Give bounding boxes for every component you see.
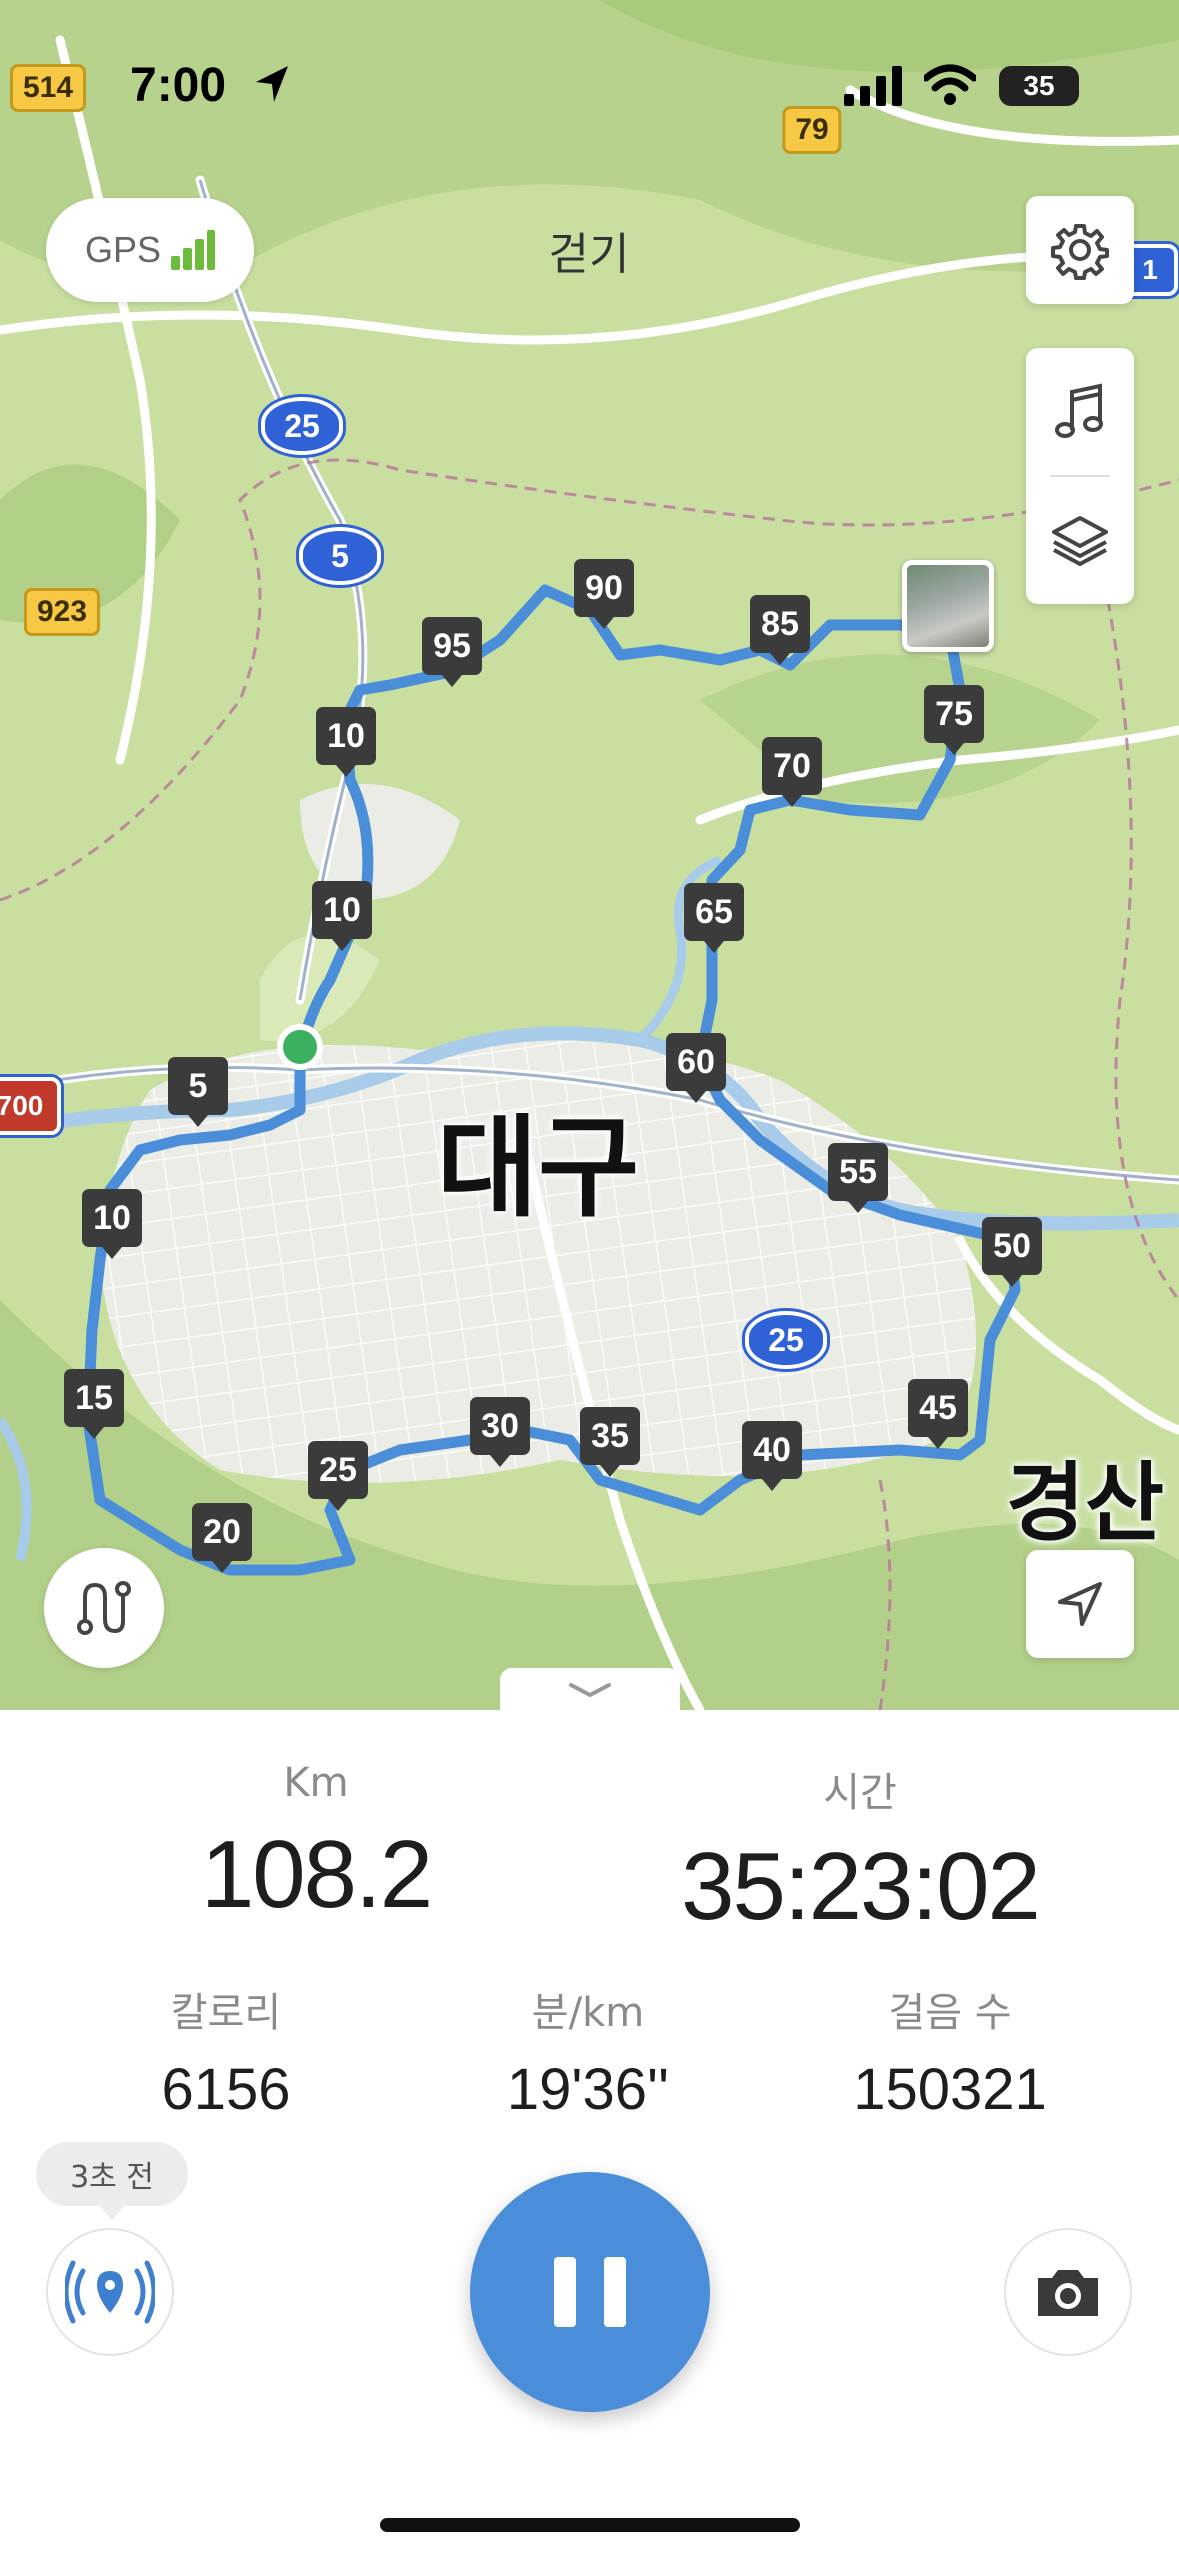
navigation-arrow-icon	[1058, 1582, 1102, 1626]
pause-bar-left	[554, 2257, 576, 2327]
pause-bar-right	[604, 2257, 626, 2327]
highway-badge-514: 514	[9, 64, 87, 112]
live-share-button[interactable]	[46, 2228, 174, 2356]
current-location-button[interactable]	[1026, 1550, 1134, 1658]
map-view[interactable]: 514 79 923 25 5 25 700 1 대구 경산 5 10 10 1…	[0, 0, 1179, 1710]
broadcast-location-icon	[65, 2260, 155, 2324]
pace-stat: 분/km 19'36''	[507, 1980, 669, 2123]
km-marker: 90	[574, 559, 634, 617]
gps-signal-icon	[171, 230, 216, 270]
music-note-icon	[1055, 383, 1103, 438]
distance-value: 108.2	[200, 1821, 433, 1928]
panel-collapse-handle[interactable]	[500, 1668, 680, 1710]
battery-indicator: 35	[999, 66, 1079, 106]
km-marker: 75	[924, 685, 984, 743]
settings-button[interactable]	[1026, 196, 1134, 304]
calories-label: 칼로리	[170, 1990, 282, 2036]
wifi-icon	[924, 64, 976, 105]
distance-stat: Km 108.2	[200, 1760, 433, 1930]
gps-status-pill[interactable]: GPS	[46, 198, 254, 302]
km-marker: 45	[908, 1379, 968, 1437]
km-marker: 60	[666, 1033, 726, 1091]
km-marker: 40	[742, 1421, 802, 1479]
last-update-tooltip: 3초 전	[36, 2142, 188, 2206]
km-marker: 85	[750, 595, 810, 653]
gps-label: GPS	[84, 229, 162, 270]
time-value: 35:23:02	[681, 1833, 1041, 1940]
time-label: 시간	[823, 1770, 897, 1816]
gear-icon	[1051, 224, 1109, 280]
pause-button[interactable]	[470, 2172, 710, 2412]
route-photo-thumbnail[interactable]	[902, 560, 994, 652]
steps-value: 150321	[853, 2057, 1047, 2122]
start-point-marker	[277, 1024, 323, 1070]
km-marker: 10	[312, 881, 372, 939]
city-label-daegu: 대구	[436, 1104, 640, 1232]
route-toggle-button[interactable]	[44, 1548, 164, 1668]
distance-label: Km	[283, 1760, 349, 1806]
camera-icon	[1038, 2270, 1098, 2316]
highway-badge-923: 923	[23, 588, 101, 636]
km-marker: 95	[422, 617, 482, 675]
highway-badge-5: 5	[299, 527, 381, 585]
km-marker: 35	[580, 1407, 640, 1465]
km-marker: 65	[684, 883, 744, 941]
km-marker: 10	[82, 1189, 142, 1247]
km-marker: 70	[762, 737, 822, 795]
map-layers-button[interactable]	[1026, 477, 1134, 603]
music-button[interactable]	[1026, 349, 1134, 475]
home-indicator	[380, 2518, 800, 2532]
route-icon	[77, 1581, 131, 1635]
steps-label: 걸음 수	[888, 1990, 1012, 2036]
km-marker: 5	[168, 1057, 228, 1115]
layers-icon	[1052, 516, 1108, 566]
activity-mode-title: 걷기	[548, 229, 630, 280]
steps-stat: 걸음 수 150321	[853, 1980, 1047, 2123]
km-marker: 25	[308, 1441, 368, 1499]
km-marker: 30	[470, 1397, 530, 1455]
highway-badge-25-south: 25	[745, 1311, 827, 1369]
highway-badge-700: 700	[0, 1077, 61, 1135]
cellular-signal-icon	[844, 66, 902, 106]
km-marker: 20	[192, 1503, 252, 1561]
km-marker: 15	[64, 1369, 124, 1427]
km-marker: 55	[828, 1143, 888, 1201]
location-services-icon	[256, 66, 288, 102]
pace-value: 19'36''	[506, 2057, 670, 2122]
km-marker: 50	[982, 1217, 1042, 1275]
elapsed-time-stat: 시간 35:23:02	[681, 1760, 1041, 1942]
highway-badge-79: 79	[782, 106, 842, 154]
city-label-gyeongsan: 경산	[1005, 1453, 1165, 1554]
calories-stat: 칼로리 6156	[161, 1980, 290, 2123]
km-marker: 10	[316, 707, 376, 765]
chevron-down-icon	[569, 1683, 611, 1698]
highway-badge-25: 25	[261, 397, 343, 455]
pace-label: 분/km	[531, 1990, 645, 2036]
status-time: 7:00	[130, 59, 227, 112]
map-tools-group	[1026, 348, 1134, 604]
calories-value: 6156	[161, 2057, 291, 2122]
camera-button[interactable]	[1004, 2228, 1132, 2356]
